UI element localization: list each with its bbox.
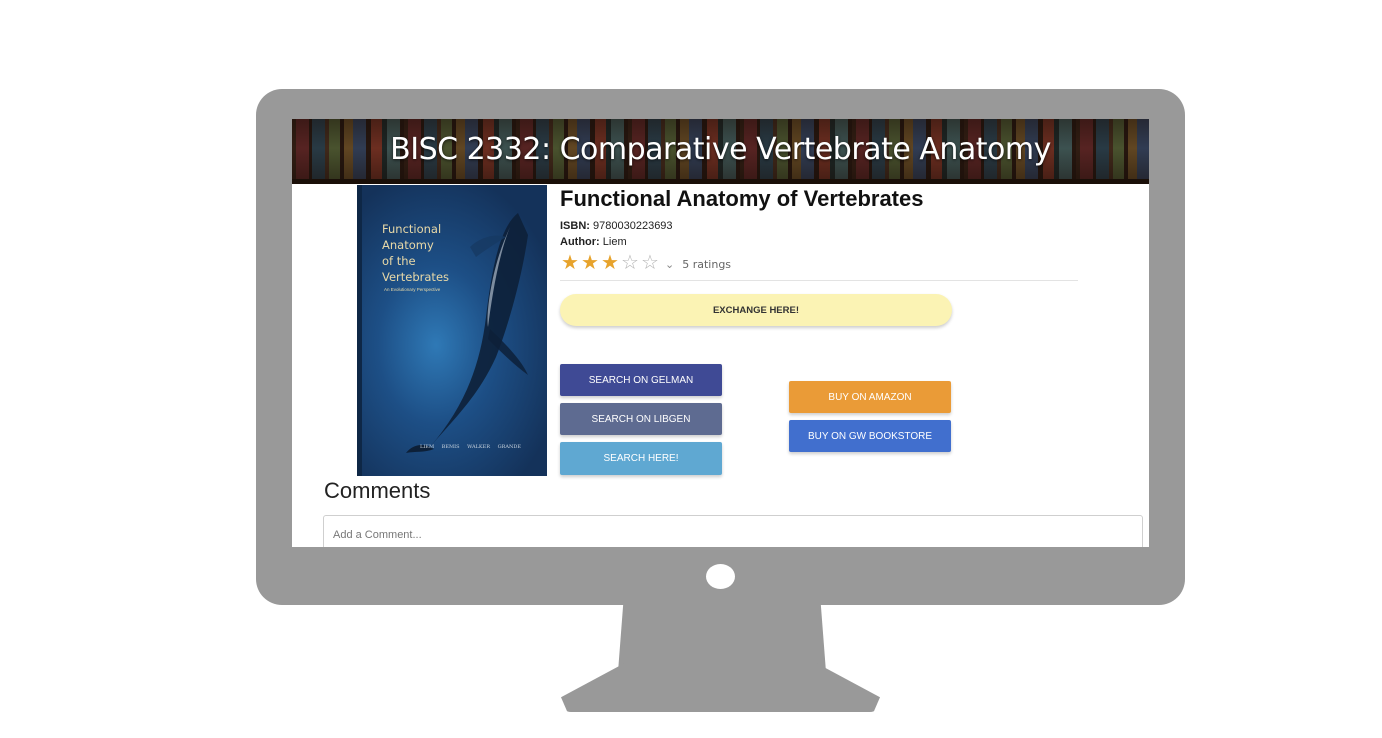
exchange-button[interactable]: EXCHANGE HERE! <box>560 294 952 326</box>
mockup-stage: BISC 2332: Comparative Vertebrate Anatom… <box>0 0 1382 738</box>
book-cover-image: Functional Anatomy of the Vertebrates An… <box>357 185 547 476</box>
cover-subtitle-text: An Evolutionary Perspective <box>384 287 441 292</box>
divider <box>560 280 1078 281</box>
course-title: BISC 2332: Comparative Vertebrate Anatom… <box>390 132 1051 167</box>
author-value: Liem <box>602 236 627 248</box>
rating-count: 5 ratings <box>682 258 732 271</box>
star-icon[interactable]: ☆ <box>640 253 660 273</box>
star-rating[interactable]: ★ ★ ★ ☆ ☆ ⌄ 5 ratings <box>560 253 731 273</box>
buy-amazon-button[interactable]: BUY ON AMAZON <box>789 381 951 413</box>
star-icon[interactable]: ★ <box>580 253 600 273</box>
header-banner: BISC 2332: Comparative Vertebrate Anatom… <box>292 119 1149 184</box>
comment-input[interactable] <box>323 515 1143 547</box>
author-label: Author: <box>560 236 600 248</box>
screen: BISC 2332: Comparative Vertebrate Anatom… <box>292 119 1149 547</box>
search-gelman-button[interactable]: SEARCH ON GELMAN <box>560 364 722 396</box>
banner-shelf <box>292 179 1149 184</box>
cover-title-text: Functional Anatomy of the Vertebrates <box>382 222 450 284</box>
monitor-power-button <box>706 564 735 589</box>
star-icon[interactable]: ★ <box>600 253 620 273</box>
buy-gw-bookstore-button[interactable]: BUY ON GW BOOKSTORE <box>789 420 951 452</box>
isbn-line: ISBN: 9780030223693 <box>560 220 673 232</box>
cover-authors-text: LIEM BEMIS WALKER GRANDE <box>420 444 522 450</box>
comments-heading: Comments <box>324 478 431 503</box>
monitor-base <box>561 663 880 712</box>
star-icon[interactable]: ☆ <box>620 253 640 273</box>
chevron-down-icon[interactable]: ⌄ <box>665 258 674 271</box>
search-here-button[interactable]: SEARCH HERE! <box>560 442 722 475</box>
star-icon[interactable]: ★ <box>560 253 580 273</box>
isbn-label: ISBN: <box>560 220 590 232</box>
isbn-value: 9780030223693 <box>593 220 673 232</box>
author-line: Author: Liem <box>560 236 627 248</box>
book-title: Functional Anatomy of Vertebrates <box>560 186 924 211</box>
search-libgen-button[interactable]: SEARCH ON LIBGEN <box>560 403 722 435</box>
